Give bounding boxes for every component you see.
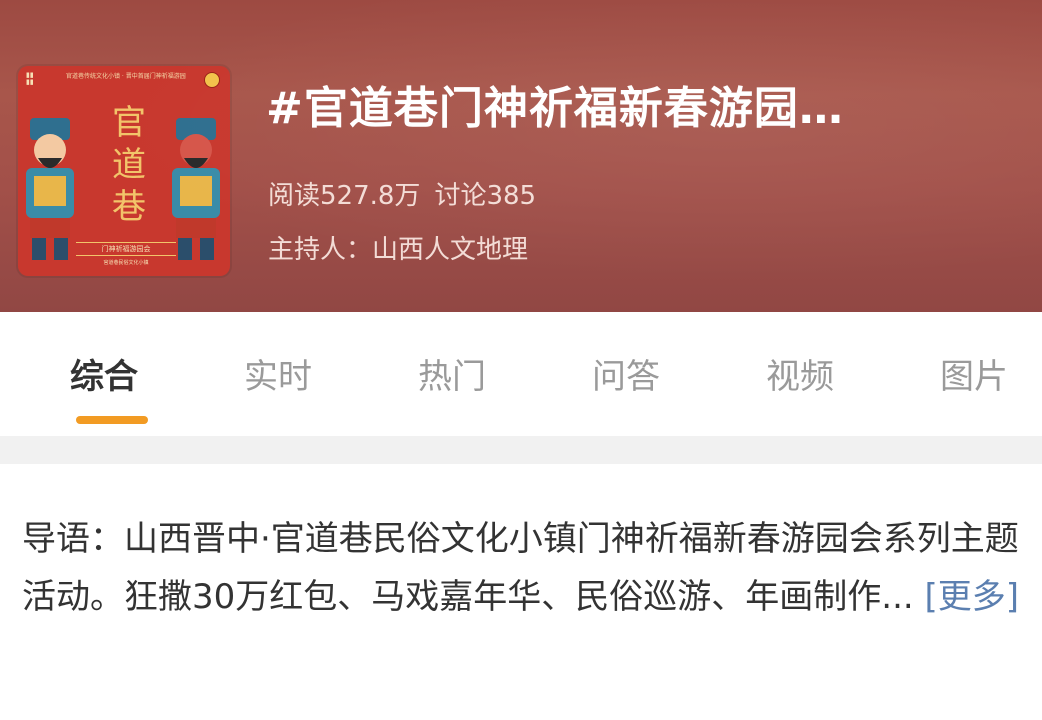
door-god-right-illustration xyxy=(172,118,220,260)
topic-header: ▮▮ ▮▮ 官道巷传统文化小镇 · 晋中首届门神祈福游园 官道巷 门神祈福游园会 … xyxy=(0,0,1042,312)
topic-title: #官道巷门神祈福新春游园… xyxy=(266,83,844,134)
tab-video[interactable]: 视频 xyxy=(766,352,834,402)
tab-realtime[interactable]: 实时 xyxy=(244,352,312,402)
read-count: 阅读527.8万 xyxy=(268,181,421,211)
intro-more-link[interactable]: [更多] xyxy=(925,577,1020,617)
active-tab-indicator xyxy=(76,416,148,424)
topic-cover-image[interactable]: ▮▮ ▮▮ 官道巷传统文化小镇 · 晋中首届门神祈福游园 官道巷 门神祈福游园会 … xyxy=(18,66,230,276)
cover-logo: ▮▮ ▮▮ xyxy=(26,71,34,86)
tab-images[interactable]: 图片 xyxy=(940,352,1008,402)
cover-badge-icon xyxy=(204,72,220,88)
cover-footer: 官道巷民俗文化小镇 xyxy=(103,260,149,266)
cover-subtitle: 门神祈福游园会 xyxy=(76,242,176,256)
topic-host[interactable]: 主持人：山西人文地理 xyxy=(268,232,528,268)
topic-stats: 阅读527.8万 讨论385 xyxy=(268,178,550,214)
tab-comprehensive[interactable]: 综合 xyxy=(70,352,138,402)
tab-qa[interactable]: 问答 xyxy=(592,352,660,402)
tab-hot[interactable]: 热门 xyxy=(418,352,486,402)
cover-top-text: 官道巷传统文化小镇 · 晋中首届门神祈福游园 xyxy=(66,73,186,80)
tab-bar: 综合 实时 热门 问答 视频 图片 xyxy=(0,312,1042,436)
door-god-left-illustration xyxy=(26,118,74,260)
section-divider xyxy=(0,436,1042,464)
topic-intro: 导语：山西晋中·官道巷民俗文化小镇门神祈福新春游园会系列主题活动。狂撒30万红包… xyxy=(22,510,1022,626)
intro-text: 导语：山西晋中·官道巷民俗文化小镇门神祈福新春游园会系列主题活动。狂撒30万红包… xyxy=(22,519,1019,617)
cover-title: 官道巷 xyxy=(112,103,146,227)
discussion-count: 讨论385 xyxy=(434,181,537,211)
